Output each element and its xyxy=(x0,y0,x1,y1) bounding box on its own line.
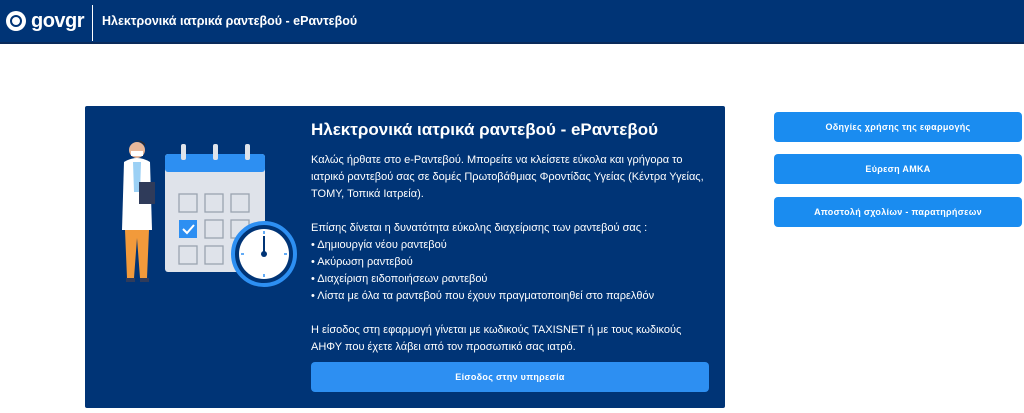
greek-emblem-icon xyxy=(6,11,26,31)
login-info: Η είσοδος στη εφαρμογή γίνεται με κωδικο… xyxy=(311,324,682,353)
feature-item: • Διαχείριση ειδοποιήσεων ραντεβού xyxy=(311,273,488,285)
feature-item: • Λίστα με όλα τα ραντεβού που έχουν πρα… xyxy=(311,290,655,302)
enter-service-button[interactable]: Είσοδος στην υπηρεσία xyxy=(311,362,709,392)
govgr-logo[interactable]: govgr xyxy=(6,9,85,33)
logo-text: govgr xyxy=(31,9,85,32)
features-intro: Επίσης δίνεται η δυνατότητα εύκολης διαχ… xyxy=(311,222,648,234)
intro-text: Καλώς ήρθατε στο e-Ραντεβού. Μπορείτε να… xyxy=(311,154,704,200)
intro-card: Ηλεκτρονικά ιατρικά ραντεβού - eΡαντεβού… xyxy=(85,106,725,408)
feature-item: • Δημιουργία νέου ραντεβού xyxy=(311,239,447,251)
find-amka-button[interactable]: Εύρεση ΑΜΚΑ xyxy=(774,154,1022,184)
user-guide-button[interactable]: Οδηγίες χρήσης της εφαρμογής xyxy=(774,112,1022,142)
app-title: Ηλεκτρονικά ιατρικά ραντεβού - eΡαντεβού xyxy=(102,14,358,28)
top-header: govgr Ηλεκτρονικά ιατρικά ραντεβού - eΡα… xyxy=(0,0,1024,44)
header-divider xyxy=(92,5,93,41)
card-title: Ηλεκτρονικά ιατρικά ραντεβού - eΡαντεβού xyxy=(311,120,658,139)
feature-item: • Ακύρωση ραντεβού xyxy=(311,256,413,268)
card-description: Καλώς ήρθατε στο e-Ραντεβού. Μπορείτε να… xyxy=(311,152,711,356)
send-feedback-button[interactable]: Αποστολή σχολίων - παρατηρήσεων xyxy=(774,197,1022,227)
doctor-calendar-illustration-icon xyxy=(122,140,297,287)
